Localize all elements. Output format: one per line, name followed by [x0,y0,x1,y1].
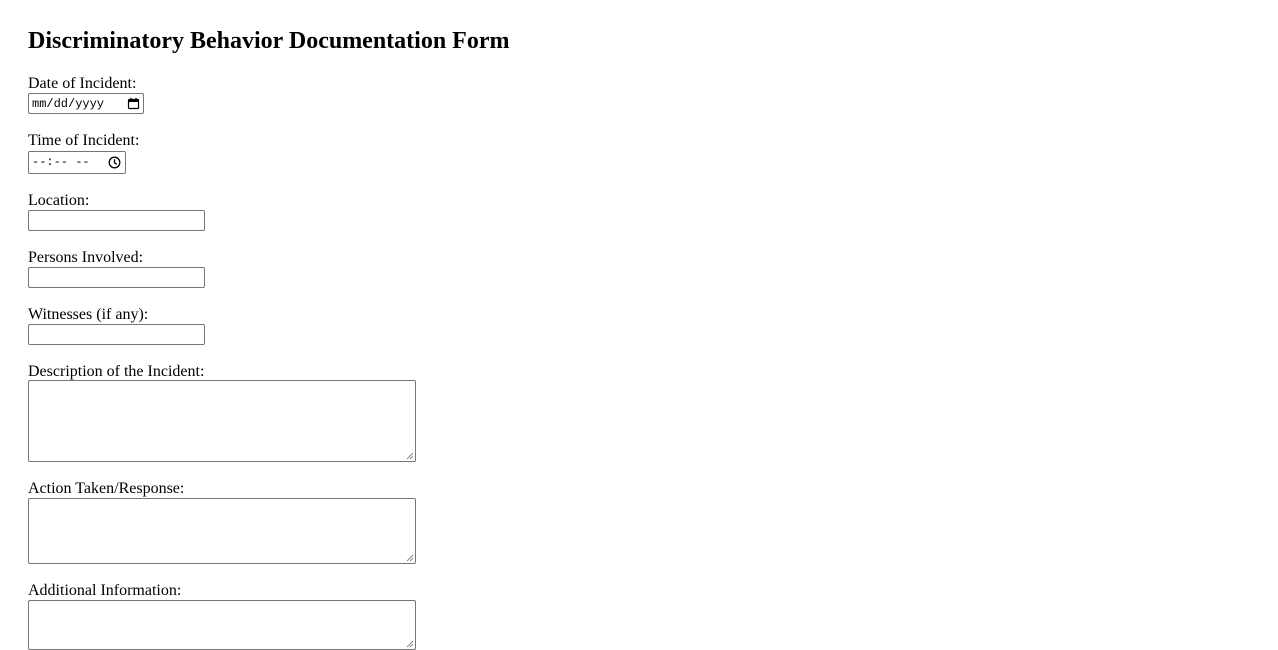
additional-info-value [29,604,32,618]
date-placeholder: mm/dd/yyyy [32,97,105,111]
time-input[interactable]: --:-- -- [28,151,126,174]
location-input[interactable] [28,210,205,231]
additional-info-label: Additional Information: [28,582,182,599]
date-label: Date of Incident: [28,75,137,92]
description-value [29,384,32,398]
action-taken-textarea[interactable] [28,498,416,564]
location-label: Location: [28,192,90,209]
calendar-icon[interactable] [127,97,140,110]
time-placeholder: --:-- -- [32,155,90,169]
persons-involved-value [29,271,32,285]
date-input[interactable]: mm/dd/yyyy [28,93,144,114]
resize-handle-icon[interactable] [406,452,414,460]
description-textarea[interactable] [28,380,416,462]
action-taken-value [29,502,32,516]
witnesses-value [29,328,32,342]
time-label: Time of Incident: [28,132,140,149]
persons-involved-input[interactable] [28,267,205,288]
action-taken-label: Action Taken/Response: [28,480,185,497]
resize-handle-icon[interactable] [406,554,414,562]
page-title: Discriminatory Behavior Documentation Fo… [28,28,510,54]
location-value [29,214,32,228]
additional-info-textarea[interactable] [28,600,416,650]
description-label: Description of the Incident: [28,363,205,380]
clock-icon[interactable] [108,156,121,169]
resize-handle-icon[interactable] [406,640,414,648]
persons-involved-label: Persons Involved: [28,249,144,266]
witnesses-label: Witnesses (if any): [28,306,149,323]
witnesses-input[interactable] [28,324,205,345]
